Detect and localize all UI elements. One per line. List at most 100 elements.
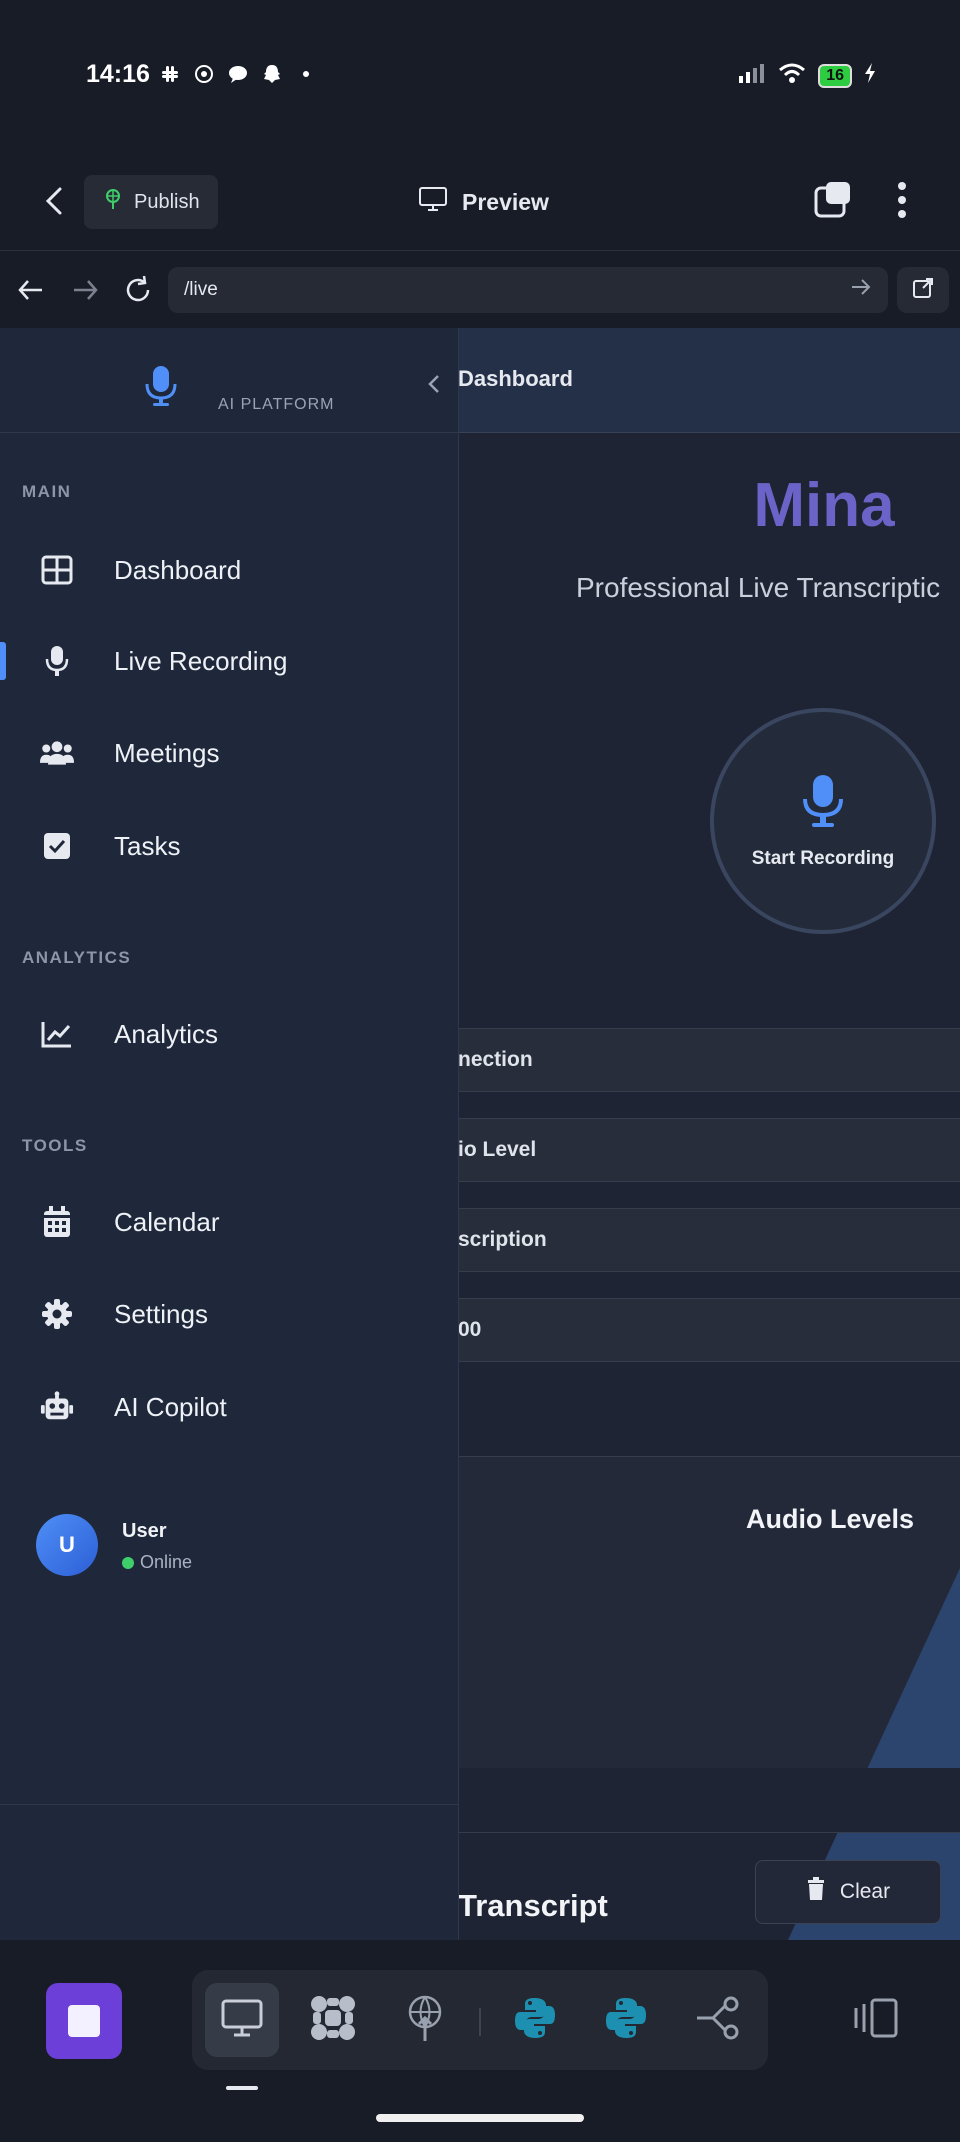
sidebar-item-dashboard[interactable]: Dashboard	[0, 530, 458, 610]
avatar[interactable]: U	[36, 1514, 98, 1576]
sidebar-item-calendar[interactable]: Calendar	[0, 1182, 458, 1262]
workflow-button[interactable]	[681, 1983, 755, 2057]
sidebar-item-live-recording[interactable]: Live Recording	[0, 621, 458, 701]
users-icon	[40, 736, 74, 770]
grid-icon	[40, 553, 74, 587]
components-icon	[309, 1994, 357, 2047]
sidebar: AI PLATFORM MAIN Dashboard Live Recordin…	[0, 328, 459, 1940]
section-main: MAIN	[22, 482, 72, 501]
sidebar-item-label: Settings	[114, 1298, 208, 1329]
sidebar-header: AI PLATFORM	[0, 328, 458, 433]
sidebar-item-label: Tasks	[114, 830, 181, 861]
monitor-icon	[220, 1998, 264, 2043]
url-input[interactable]: /live	[168, 267, 888, 313]
section-tools: TOOLS	[22, 1136, 88, 1155]
stop-icon	[68, 2005, 100, 2037]
user-panel[interactable]	[0, 1804, 458, 1941]
nav-back-icon[interactable]	[16, 276, 46, 309]
stat-timer: 00	[458, 1298, 960, 1362]
selected-tab-indicator	[226, 2086, 258, 2090]
stat-connection: nection	[458, 1028, 960, 1092]
robot-icon	[40, 1390, 74, 1424]
audio-levels-title: Audio Levels	[746, 1504, 915, 1534]
more-vertical-icon[interactable]	[888, 180, 916, 225]
globe-upload-icon	[404, 1994, 446, 2047]
sidebar-item-label: Dashboard	[114, 554, 242, 585]
microphone-logo-icon	[144, 364, 178, 413]
python-icon	[604, 1996, 648, 2045]
sidebar-item-label: Analytics	[114, 1018, 219, 1049]
publish-icon	[102, 188, 124, 216]
stat-audio-level: io Level	[458, 1118, 960, 1182]
monitor-icon	[418, 186, 448, 218]
wifi-icon	[778, 62, 806, 89]
chat-bubble-icon	[226, 62, 250, 86]
system-status: 16	[738, 62, 876, 89]
snapchat-icon	[260, 62, 284, 86]
stat-label: scription	[458, 1228, 547, 1251]
microphone-icon	[801, 773, 845, 834]
sidebar-item-label: Meetings	[114, 737, 220, 768]
transcript-divider	[458, 1768, 960, 1833]
sidebar-item-ai-copilot[interactable]: AI Copilot	[0, 1367, 458, 1447]
python-button-2[interactable]	[589, 1983, 663, 2057]
panel-toggle-icon[interactable]	[852, 1998, 900, 2043]
start-recording-button[interactable]: Start Recording	[710, 708, 936, 934]
sidebar-item-meetings[interactable]: Meetings	[0, 713, 458, 793]
components-button[interactable]	[296, 1983, 370, 2057]
go-arrow-icon[interactable]	[850, 278, 872, 302]
online-dot-icon	[122, 1556, 134, 1569]
charging-icon	[864, 63, 876, 88]
back-chevron-icon[interactable]	[38, 184, 72, 223]
sidebar-item-label: Live Recording	[114, 645, 288, 676]
sidebar-item-label: Calendar	[114, 1206, 220, 1237]
deploy-button[interactable]	[388, 1983, 462, 2057]
publish-button[interactable]: Publish	[84, 175, 218, 229]
sidebar-item-tasks[interactable]: Tasks	[0, 806, 458, 886]
preview-toggle[interactable]: Preview	[418, 186, 549, 218]
publish-label: Publish	[134, 190, 200, 213]
microphone-icon	[40, 644, 74, 678]
workflow-icon	[695, 1996, 741, 2045]
tool-divider	[479, 2008, 481, 2036]
battery-indicator: 16	[818, 63, 852, 88]
tabs-icon[interactable]	[814, 180, 854, 225]
section-analytics: ANALYTICS	[22, 948, 132, 967]
python-icon	[513, 1996, 557, 2045]
notification-icons	[158, 62, 318, 86]
sidebar-item-label: AI Copilot	[114, 1391, 227, 1422]
checkbox-icon	[40, 829, 74, 863]
python-button-1[interactable]	[498, 1983, 572, 2057]
external-link-icon	[911, 276, 935, 305]
signal-icon	[738, 62, 766, 89]
preview-label: Preview	[462, 188, 549, 215]
user-status: Online	[122, 1552, 192, 1573]
sidebar-item-settings[interactable]: Settings	[0, 1274, 458, 1354]
sidebar-item-analytics[interactable]: Analytics	[0, 994, 458, 1074]
stat-label: nection	[458, 1048, 533, 1071]
open-external-button[interactable]	[897, 267, 949, 313]
desktop-view-button[interactable]	[205, 1983, 279, 2057]
nav-forward-icon[interactable]	[70, 276, 100, 309]
stat-label: 00	[458, 1318, 482, 1341]
calendar-icon	[40, 1205, 74, 1239]
platform-label: AI PLATFORM	[218, 396, 335, 413]
url-text: /live	[184, 279, 218, 300]
main-content: Dashboard Mina Professional Live Transcr…	[458, 328, 960, 1940]
stat-label: io Level	[458, 1138, 537, 1161]
start-recording-label: Start Recording	[751, 847, 895, 869]
whatsapp-icon	[192, 62, 216, 86]
brand-title: Mina	[753, 471, 895, 540]
user-status-label: Online	[140, 1552, 193, 1572]
gear-icon	[40, 1297, 74, 1331]
brand-subtitle: Professional Live Transcriptic	[576, 572, 941, 603]
reload-icon[interactable]	[122, 274, 154, 311]
main-header: Dashboard	[458, 328, 960, 433]
user-name: User	[122, 1520, 167, 1542]
home-indicator[interactable]	[376, 2114, 584, 2122]
collapse-chevron-icon[interactable]	[426, 372, 442, 401]
clear-button[interactable]: Clear	[755, 1860, 941, 1924]
stop-button[interactable]	[46, 1983, 122, 2059]
stat-transcription: scription	[458, 1208, 960, 1272]
trash-icon	[806, 1877, 826, 1907]
